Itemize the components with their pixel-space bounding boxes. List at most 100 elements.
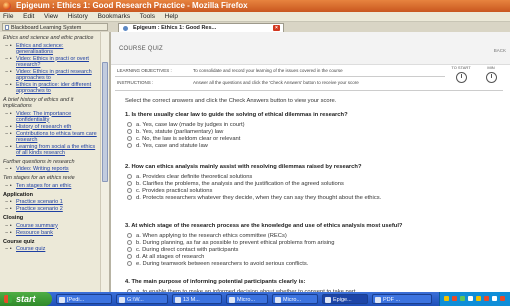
radio-button[interactable] <box>127 261 132 266</box>
taskbar-button[interactable]: Epige... <box>322 294 368 304</box>
radio-button[interactable] <box>127 174 132 179</box>
sidebar-link[interactable]: Contributions to ethica team care resear… <box>3 131 99 143</box>
divider <box>115 76 445 77</box>
back-link[interactable]: BACK <box>494 48 506 53</box>
sidebar-link[interactable]: Ethics and science: generalisations <box>3 43 99 55</box>
favicon-icon <box>123 26 128 31</box>
window-title-bar[interactable]: Epigeum : Ethics 1: Good Research Practi… <box>0 0 510 12</box>
sidebar-section-heading: Course quiz <box>3 238 35 245</box>
answer-option[interactable]: e. During teamwork between researchers t… <box>127 261 308 267</box>
radio-button[interactable] <box>127 143 132 148</box>
timer2-label: MIN <box>487 65 495 70</box>
radio-button[interactable] <box>127 254 132 259</box>
answer-option-label: c. During direct contact with participan… <box>136 247 239 254</box>
timer-minutes[interactable]: MIN <box>479 65 503 87</box>
radio-button[interactable] <box>127 233 132 238</box>
sidebar-link[interactable]: Video: Ethics in practi research approac… <box>3 69 99 81</box>
sidebar-link[interactable]: Video: Ethics in practi or overt researc… <box>3 56 99 68</box>
tray-icon[interactable] <box>476 296 481 301</box>
sidebar-link[interactable]: Resource bank <box>3 230 99 236</box>
app-icon <box>275 297 281 303</box>
sidebar-link[interactable]: Learning from social a the ethics of all… <box>3 144 99 156</box>
sidebar-link[interactable]: Practice scenario 2 <box>3 206 99 212</box>
menu-view[interactable]: View <box>44 12 58 22</box>
quiz-header: COURSE QUIZ BACK <box>111 32 510 65</box>
sidebar-link[interactable]: Ten stages for an ethic <box>3 183 99 189</box>
sidebar-link[interactable]: Practice scenario 1 <box>3 199 99 205</box>
sidebar-link[interactable]: Video: The importance confidentiality <box>3 111 99 123</box>
taskbar-button[interactable]: PDF ... <box>372 294 432 304</box>
tab-epigeum[interactable]: Epigeum : Ethics 1: Good Res... × <box>118 23 284 32</box>
answer-option[interactable]: d. Yes, case and statute law <box>127 143 208 149</box>
answer-option[interactable]: a. When applying to the research ethics … <box>127 233 287 239</box>
sidebar-tree: Ethics and science and ethic practice Eth… <box>3 32 99 253</box>
tray-icon[interactable] <box>484 296 489 301</box>
app-icon <box>325 297 331 303</box>
taskbar-button[interactable]: Micro... <box>226 294 268 304</box>
answer-option-label: a. Provides clear definite theoretical s… <box>136 174 253 181</box>
menu-bookmarks[interactable]: Bookmarks <box>98 12 131 22</box>
radio-button[interactable] <box>127 129 132 134</box>
menu-history[interactable]: History <box>68 12 88 22</box>
sidebar-section-heading: Ten stages for an ethics revie <box>3 175 75 181</box>
answer-option[interactable]: c. Provides practical solutions <box>127 188 212 194</box>
radio-button[interactable] <box>127 181 132 186</box>
answer-option[interactable]: b. Clarifies the problems, the analysis … <box>127 181 344 187</box>
sidebar-link[interactable]: Ethics in practice: ider different appro… <box>3 82 99 94</box>
tray-icon[interactable] <box>492 296 497 301</box>
answer-option[interactable]: c. No, the law is seldom clear or releva… <box>127 136 240 142</box>
start-button[interactable]: start <box>0 292 52 306</box>
answer-option-label: c. No, the law is seldom clear or releva… <box>136 136 241 143</box>
menu-edit[interactable]: Edit <box>23 12 34 22</box>
start-label: start <box>16 294 36 304</box>
tray-icon[interactable] <box>460 296 465 301</box>
radio-button[interactable] <box>127 122 132 127</box>
sidebar-section-heading: Further questions in research <box>3 158 75 165</box>
radio-button[interactable] <box>127 247 132 252</box>
menu-file[interactable]: File <box>3 12 13 22</box>
answer-option[interactable]: a. Yes, case law (made by judges in cour… <box>127 122 245 128</box>
radio-button[interactable] <box>127 188 132 193</box>
tray-icon[interactable] <box>444 296 449 301</box>
timer-start[interactable]: TO START <box>449 65 473 87</box>
sidebar-link[interactable]: Course summary <box>3 223 99 229</box>
answer-option[interactable]: b. During planning, as far as possible t… <box>127 240 334 246</box>
radio-button[interactable] <box>127 136 132 141</box>
sidebar-header-label: Blackboard Learning System <box>11 25 82 31</box>
sidebar-link[interactable]: Course quiz <box>3 246 99 252</box>
tab-label: Epigeum : Ethics 1: Good Res... <box>133 25 217 31</box>
taskbar-button-label: Epige... <box>333 297 352 303</box>
close-tab-icon[interactable]: × <box>273 25 280 31</box>
quiz-instruction: Select the correct answers and click the… <box>125 98 337 104</box>
taskbar-button[interactable]: Micro... <box>272 294 318 304</box>
sidebar-link[interactable]: History of research eth <box>3 124 99 130</box>
tray-icon[interactable] <box>500 296 505 301</box>
taskbar-button[interactable]: 13 M... <box>172 294 222 304</box>
answer-option[interactable]: a. Provides clear definite theoretical s… <box>127 174 252 180</box>
document-icon <box>5 25 9 30</box>
menu-help[interactable]: Help <box>165 12 178 22</box>
radio-button[interactable] <box>127 195 132 200</box>
sidebar-scrollbar[interactable] <box>100 32 109 292</box>
answer-option[interactable]: b. Yes, statute (parliamentary) law <box>127 129 223 135</box>
radio-button[interactable] <box>127 240 132 245</box>
answer-option[interactable]: d. Protects researchers whatever they de… <box>127 195 381 201</box>
answer-option-label: d. At all stages of research <box>136 254 205 261</box>
scrollbar-thumb[interactable] <box>102 62 108 182</box>
taskbar-button[interactable]: [Pedi... <box>56 294 112 304</box>
app-icon <box>59 297 65 303</box>
tray-icon[interactable] <box>468 296 473 301</box>
answer-option-label: e. During teamwork between researchers t… <box>136 261 309 268</box>
windows-logo-icon <box>4 295 12 303</box>
taskbar-button[interactable]: G:\W... <box>116 294 168 304</box>
answer-option-label: a. Yes, case law (made by judges in cour… <box>136 122 245 129</box>
sidebar-header[interactable]: Blackboard Learning System <box>2 23 108 31</box>
tray-icon[interactable] <box>452 296 457 301</box>
sidebar-link[interactable]: Video: Writing reports <box>3 166 99 172</box>
answer-option[interactable]: c. During direct contact with participan… <box>127 247 238 253</box>
menu-tools[interactable]: Tools <box>140 12 155 22</box>
objectives-label: LEARNING OBJECTIVES : <box>117 68 172 73</box>
answer-option[interactable]: d. At all stages of research <box>127 254 204 260</box>
sidebar: Ethics and science and ethic practice Eth… <box>0 32 111 292</box>
clock-icon <box>485 72 497 83</box>
